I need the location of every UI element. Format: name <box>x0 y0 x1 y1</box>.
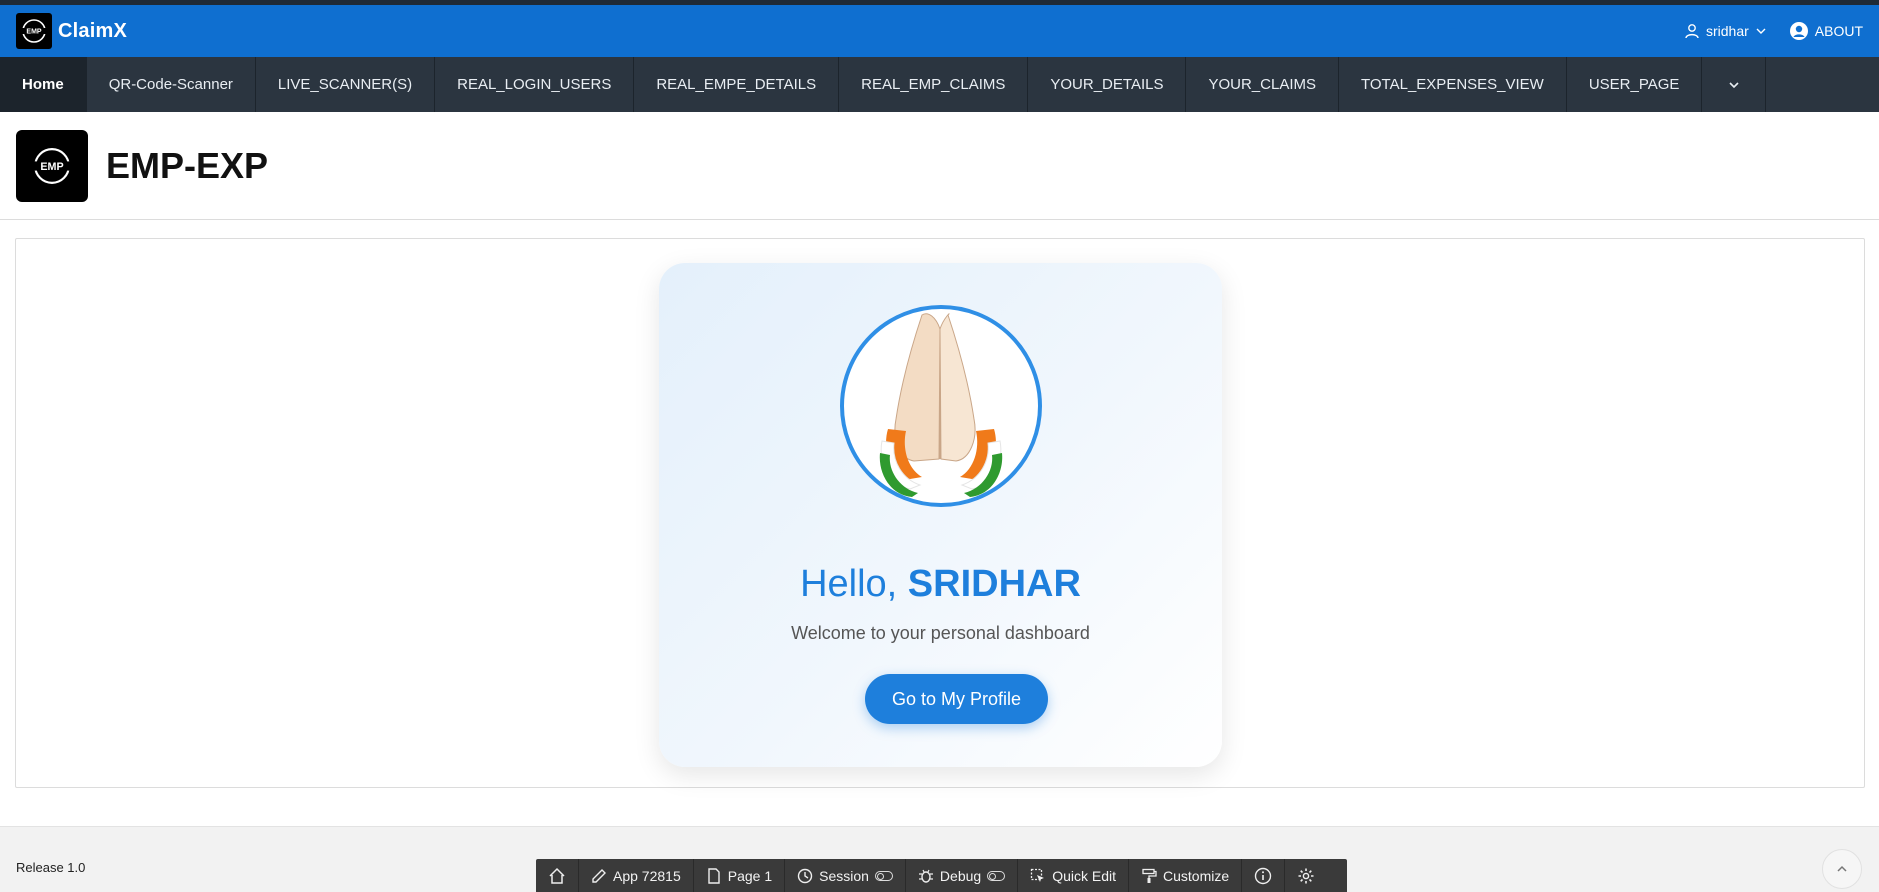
page-logo: EMP <box>16 129 88 202</box>
home-icon <box>549 867 565 884</box>
greeting-heading: Hello, SRIDHAR <box>659 563 1222 606</box>
release-label: Release 1.0 <box>16 860 86 875</box>
nav-more-button[interactable] <box>1702 57 1767 112</box>
nav-item-home[interactable]: Home <box>0 57 87 112</box>
nav-item-your-details[interactable]: YOUR_DETAILS <box>1028 57 1187 112</box>
dev-customize-label: Customize <box>1163 868 1230 884</box>
nav-item-qr-code-scanner[interactable]: QR-Code-Scanner <box>87 57 256 112</box>
main-nav: Home QR-Code-Scanner LIVE_SCANNER(S) REA… <box>0 57 1879 112</box>
dev-quick-edit-button[interactable]: Quick Edit <box>1018 859 1129 892</box>
svg-text:EMP: EMP <box>40 160 63 172</box>
welcome-card: Hello, SRIDHAR Welcome to your personal … <box>659 263 1222 767</box>
emp-logo-icon: EMP <box>33 147 71 184</box>
namaste-hands-icon <box>879 313 1003 497</box>
svg-text:EMP: EMP <box>26 29 42 36</box>
emp-logo-icon: EMP <box>22 19 46 43</box>
dev-home-button[interactable] <box>536 859 579 892</box>
nav-item-real-empe-details[interactable]: REAL_EMPE_DETAILS <box>634 57 840 112</box>
dev-debug-button[interactable]: Debug <box>906 859 1019 892</box>
dev-session-label: Session <box>819 868 869 884</box>
chevron-up-icon <box>1837 865 1847 872</box>
header-actions: sridhar ABOUT <box>1684 21 1863 41</box>
dev-info-button[interactable] <box>1242 859 1286 892</box>
dev-session-button[interactable]: Session <box>785 859 906 892</box>
dev-page-button[interactable]: Page 1 <box>694 859 786 892</box>
page-edit-icon <box>708 868 720 884</box>
nav-item-your-claims[interactable]: YOUR_CLAIMS <box>1186 57 1339 112</box>
footer: Release 1.0 App 72815 Page 1 Session Deb… <box>0 826 1879 892</box>
nav-item-total-expenses-view[interactable]: TOTAL_EXPENSES_VIEW <box>1339 57 1567 112</box>
greeting-name: SRIDHAR <box>907 563 1081 605</box>
dev-debug-label: Debug <box>939 868 982 884</box>
content-region: Hello, SRIDHAR Welcome to your personal … <box>15 238 1865 788</box>
debug-toggle-icon <box>987 871 1006 881</box>
chevron-down-icon <box>1756 28 1766 34</box>
dev-app-label: App 72815 <box>613 868 681 884</box>
page-title: EMP-EXP <box>106 144 269 186</box>
nav-item-user-page[interactable]: USER_PAGE <box>1567 57 1703 112</box>
account-circle-icon <box>1789 22 1808 40</box>
chevron-down-icon <box>1729 81 1739 88</box>
app-header: EMP ClaimX sridhar ABOUT <box>0 5 1879 57</box>
nav-item-real-login-users[interactable]: REAL_LOGIN_USERS <box>435 57 635 112</box>
dev-page-label: Page 1 <box>727 868 773 884</box>
user-icon <box>1685 24 1699 39</box>
user-name: sridhar <box>1705 23 1749 39</box>
dev-customize-button[interactable]: Customize <box>1129 859 1243 892</box>
dev-quick-edit-label: Quick Edit <box>1052 868 1116 884</box>
session-toggle-icon <box>874 871 893 881</box>
namaste-avatar <box>840 305 1042 507</box>
page-title-band: EMP EMP-EXP <box>0 112 1879 220</box>
gear-icon <box>1298 868 1314 884</box>
welcome-subtitle: Welcome to your personal dashboard <box>791 623 1090 643</box>
nav-item-live-scanners[interactable]: LIVE_SCANNER(S) <box>256 57 436 112</box>
main-content: Hello, SRIDHAR Welcome to your personal … <box>0 220 1879 826</box>
go-to-profile-button[interactable]: Go to My Profile <box>865 674 1048 724</box>
edit-icon <box>592 869 606 883</box>
info-icon <box>1254 867 1272 885</box>
about-link[interactable]: ABOUT <box>1789 21 1863 41</box>
app-logo[interactable]: EMP <box>16 13 52 49</box>
user-menu[interactable]: sridhar <box>1684 23 1767 39</box>
quick-edit-icon <box>1031 868 1045 882</box>
dev-app-button[interactable]: App 72815 <box>579 859 694 892</box>
dev-settings-button[interactable] <box>1285 859 1327 892</box>
paint-roller-icon <box>1142 868 1157 883</box>
greeting-prefix: Hello, <box>800 563 908 605</box>
nav-item-real-emp-claims[interactable]: REAL_EMP_CLAIMS <box>839 57 1029 112</box>
app-name[interactable]: ClaimX <box>58 20 127 43</box>
about-label: ABOUT <box>1814 23 1863 39</box>
session-icon <box>797 868 813 884</box>
scroll-to-top-button[interactable] <box>1822 849 1862 889</box>
bug-icon <box>918 869 933 883</box>
developer-toolbar: App 72815 Page 1 Session Debug Quick Edi… <box>536 859 1347 892</box>
